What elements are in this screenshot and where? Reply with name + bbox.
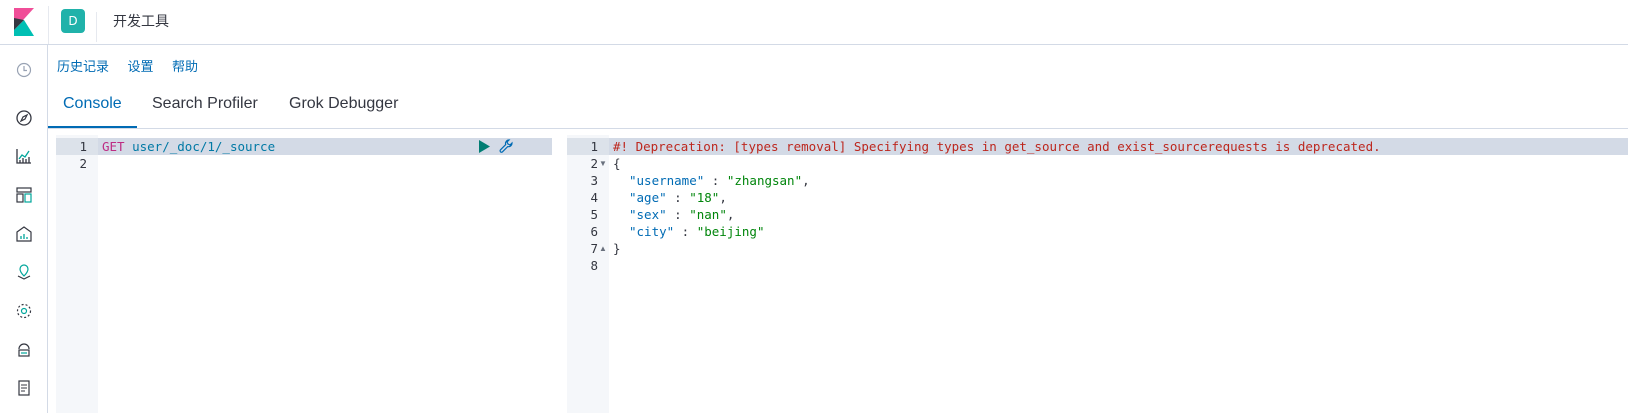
fold-open-icon[interactable]: ▼	[599, 155, 607, 172]
console-menu-links: 历史记录 设置 帮助	[57, 56, 212, 76]
json-brace: {	[613, 156, 621, 171]
request-line[interactable]: GET user/_doc/1/_source	[102, 138, 275, 155]
page-title: 开发工具	[113, 14, 169, 30]
header-divider	[96, 12, 97, 42]
line-number: 1	[79, 139, 87, 154]
json-field-sex: "sex" : "nan",	[629, 207, 735, 222]
tab-grok-debugger[interactable]: Grok Debugger	[274, 94, 413, 128]
request-method: GET	[102, 139, 125, 154]
tab-search-profiler[interactable]: Search Profiler	[137, 94, 273, 128]
kibana-logo-icon[interactable]	[12, 8, 36, 36]
side-navigation	[0, 45, 48, 413]
json-field-city: "city" : "beijing"	[629, 224, 765, 239]
line-number: 5	[590, 207, 598, 222]
request-editor[interactable]: 1 GET user/_doc/1/_source 2	[56, 135, 552, 413]
help-link[interactable]: 帮助	[172, 56, 198, 75]
space-avatar[interactable]: D	[61, 9, 85, 33]
request-gutter	[56, 135, 98, 413]
line-number: 7	[590, 241, 598, 256]
history-link[interactable]: 历史记录	[57, 56, 109, 75]
line-number: 6	[590, 224, 598, 239]
tab-console[interactable]: Console	[48, 94, 137, 128]
line-number: 8	[590, 258, 598, 273]
infrastructure-icon[interactable]	[14, 340, 34, 360]
header-divider	[48, 6, 49, 44]
canvas-icon[interactable]	[14, 224, 34, 244]
deprecation-warning: #! Deprecation: [types removal] Specifyi…	[613, 139, 1381, 154]
logs-icon[interactable]	[14, 378, 34, 398]
response-editor[interactable]: 1 #! Deprecation: [types removal] Specif…	[567, 135, 1628, 413]
line-number: 2	[79, 156, 87, 171]
line-number: 1	[590, 139, 598, 154]
line-number: 4	[590, 190, 598, 205]
line-number: 2	[590, 156, 598, 171]
devtools-tabs: Console Search Profiler Grok Debugger	[48, 84, 1628, 129]
request-path: user/_doc/1/_source	[132, 139, 276, 154]
fold-close-icon[interactable]: ▲	[599, 240, 607, 257]
top-header: D 开发工具	[0, 0, 1628, 45]
json-brace: }	[613, 241, 621, 256]
json-field-username: "username" : "zhangsan",	[629, 173, 810, 188]
request-actions	[474, 138, 534, 155]
ml-icon[interactable]	[14, 301, 34, 321]
wrench-icon[interactable]	[498, 138, 514, 155]
history-icon[interactable]	[14, 60, 34, 80]
discover-icon[interactable]	[14, 108, 34, 128]
visualize-icon[interactable]	[14, 146, 34, 166]
json-field-age: "age" : "18",	[629, 190, 727, 205]
settings-link[interactable]: 设置	[127, 56, 153, 75]
send-request-play-icon[interactable]	[476, 138, 492, 155]
maps-icon[interactable]	[14, 262, 34, 282]
dashboard-icon[interactable]	[14, 185, 34, 205]
line-number: 3	[590, 173, 598, 188]
